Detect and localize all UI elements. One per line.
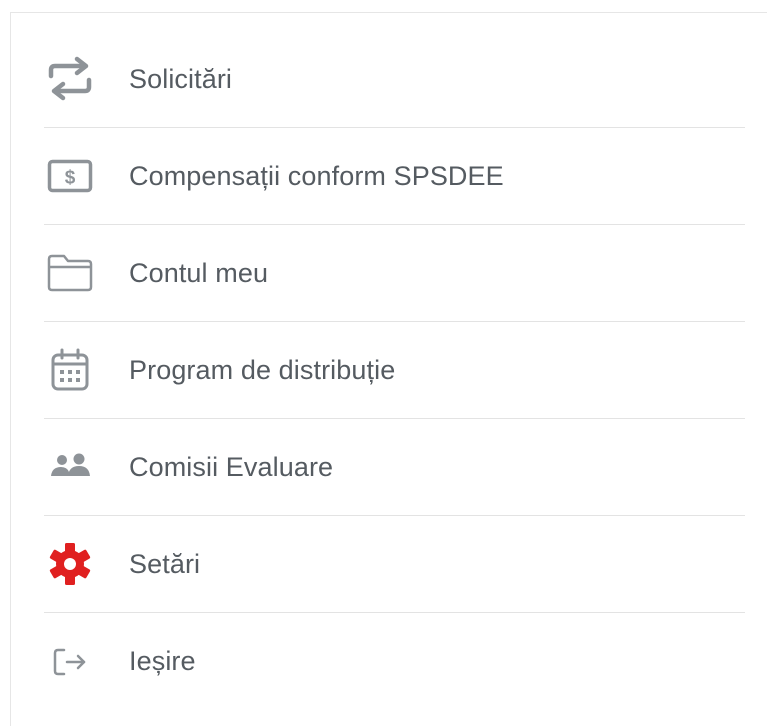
menu-item-label: Contul meu <box>129 257 269 288</box>
menu-item-program-distributie[interactable]: Program de distribuție <box>44 322 745 419</box>
menu-item-solicitari[interactable]: Solicitări <box>44 31 745 128</box>
menu-item-compensatii[interactable]: $ Compensații conform SPSDEE <box>44 128 745 225</box>
dollar-bill-icon: $ <box>45 151 95 201</box>
main-menu: Solicitări $ Compensații conform SPSDEE … <box>44 31 745 710</box>
menu-item-contul-meu[interactable]: Contul meu <box>44 225 745 322</box>
menu-item-label: Compensații conform SPSDEE <box>129 160 504 191</box>
users-icon <box>45 442 95 492</box>
menu-item-iesire[interactable]: Ieșire <box>44 613 745 710</box>
logout-icon <box>45 637 95 687</box>
menu-item-setari[interactable]: Setări <box>44 516 745 613</box>
gear-icon <box>45 539 95 589</box>
calendar-icon <box>45 345 95 395</box>
menu-item-label: Program de distribuție <box>129 354 396 385</box>
menu-item-comisii-evaluare[interactable]: Comisii Evaluare <box>44 419 745 516</box>
folder-icon <box>45 248 95 298</box>
menu-item-label: Ieșire <box>129 646 196 676</box>
menu-item-label: Setări <box>129 548 201 579</box>
navigation-panel: Solicitări $ Compensații conform SPSDEE … <box>10 12 767 726</box>
svg-text:$: $ <box>65 168 76 189</box>
swap-arrows-icon <box>45 54 95 104</box>
menu-item-label: Solicitări <box>129 63 233 94</box>
menu-item-label: Comisii Evaluare <box>129 451 334 482</box>
